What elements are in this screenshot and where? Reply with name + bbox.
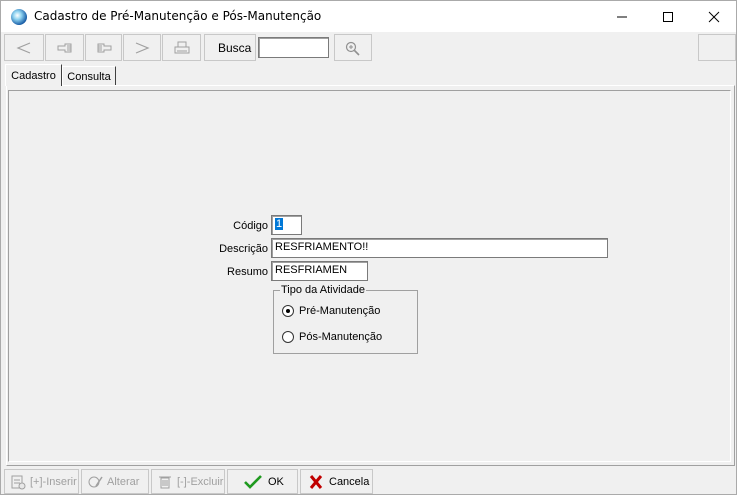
tab-consulta[interactable]: Consulta	[62, 66, 116, 86]
maximize-button[interactable]	[645, 1, 691, 32]
pos-manutencao-radio[interactable]	[282, 331, 294, 343]
codigo-value: 1	[275, 218, 284, 230]
print-button[interactable]	[162, 34, 201, 61]
hand-point-left-icon	[57, 43, 71, 52]
search-button[interactable]	[334, 34, 372, 61]
codigo-label: Código	[233, 220, 268, 232]
hand-point-right-icon	[97, 43, 111, 52]
inserir-button[interactable]: [+]-Inserir	[4, 469, 79, 494]
codigo-field[interactable]: 1	[271, 215, 302, 235]
inserir-label: [+]-Inserir	[30, 475, 77, 488]
arrow-left-icon	[16, 41, 31, 54]
minimize-icon	[617, 16, 627, 17]
excluir-label: [-]-Excluir	[177, 475, 224, 488]
check-icon	[244, 474, 262, 489]
window-title: Cadastro de Pré-Manutenção e Pós-Manuten…	[34, 9, 322, 23]
cancel-button[interactable]: Cancela	[300, 469, 373, 494]
ok-label: OK	[268, 475, 284, 488]
app-icon	[11, 9, 27, 25]
ok-button[interactable]: OK	[227, 469, 298, 494]
search-label: Busca	[204, 34, 256, 61]
search-input[interactable]	[258, 37, 329, 58]
pre-manutencao-radio[interactable]	[282, 305, 294, 317]
excluir-button[interactable]: [-]-Excluir	[151, 469, 225, 494]
descricao-field[interactable]: RESFRIAMENTO!!	[271, 238, 608, 258]
tab-cadastro[interactable]: Cadastro	[5, 64, 62, 86]
toolbar: Busca	[1, 32, 736, 63]
x-icon	[309, 474, 323, 489]
first-record-button[interactable]	[4, 34, 44, 61]
form-area	[8, 90, 731, 462]
magnifier-icon	[345, 41, 360, 56]
tipo-atividade-label: Tipo da Atividade	[280, 284, 366, 296]
tipo-atividade-group	[273, 290, 418, 354]
add-document-icon	[11, 475, 26, 489]
pos-manutencao-label[interactable]: Pós-Manutenção	[299, 331, 382, 343]
pre-manutencao-label[interactable]: Pré-Manutenção	[299, 305, 380, 317]
blank-toolbar-button[interactable]	[698, 34, 736, 61]
close-icon	[708, 11, 720, 22]
next-record-button[interactable]	[85, 34, 122, 61]
descricao-label: Descrição	[219, 243, 268, 255]
arrow-right-icon	[135, 41, 150, 54]
alterar-label: Alterar	[107, 475, 140, 488]
resumo-field[interactable]: RESFRIAMEN	[271, 261, 368, 281]
trash-icon	[159, 476, 171, 488]
maximize-icon	[663, 11, 673, 22]
main-window: Cadastro de Pré-Manutenção e Pós-Manuten…	[0, 0, 737, 495]
minimize-button[interactable]	[599, 1, 645, 32]
previous-record-button[interactable]	[45, 34, 84, 61]
action-bar: [+]-Inserir Alterar [-]-Excluir OK Cance…	[1, 468, 736, 495]
close-button[interactable]	[691, 1, 737, 32]
edit-icon	[88, 476, 103, 487]
radio-selected-dot	[286, 309, 290, 313]
cancel-label: Cancela	[329, 475, 370, 488]
tab-strip: Cadastro Consulta	[1, 63, 736, 86]
last-record-button[interactable]	[123, 34, 161, 61]
printer-icon	[174, 41, 189, 53]
title-bar: Cadastro de Pré-Manutenção e Pós-Manuten…	[1, 1, 736, 32]
alterar-button[interactable]: Alterar	[81, 469, 149, 494]
resumo-label: Resumo	[227, 266, 268, 278]
